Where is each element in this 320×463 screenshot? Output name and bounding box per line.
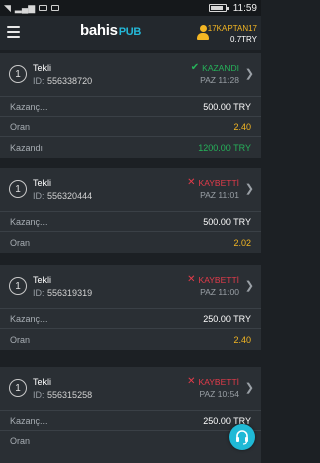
bet-id-value: 556319319	[47, 288, 93, 298]
bet-card[interactable]: 1 Tekli ID: 556338720 ✔ KAZANDI PAZ 11:28…	[0, 53, 261, 158]
app-header: bahisPUB 17KAPTAN17 0.7TRY	[0, 16, 261, 50]
bet-index-badge: 1	[9, 379, 27, 397]
stake-label: Kazanç...	[10, 313, 48, 324]
status-bar: ◥ ▂▄▆ 11:59	[0, 0, 261, 16]
bet-id: ID: 556320444	[33, 191, 92, 201]
logo-sub: PUB	[118, 26, 142, 38]
winnings-value: 1200.00 TRY	[198, 142, 251, 153]
odds-label: Oran	[10, 121, 31, 132]
status-icons-right: 11:59	[208, 2, 257, 14]
bet-date: PAZ 11:01	[200, 190, 239, 200]
status-time: 11:59	[232, 2, 257, 14]
bet-status: ✕ KAYBETTİ	[187, 376, 239, 387]
headset-icon	[236, 430, 248, 445]
status-icons-left: ◥ ▂▄▆	[4, 2, 60, 14]
username[interactable]: 17KAPTAN17	[208, 24, 257, 33]
chevron-right-icon[interactable]: ❯	[245, 381, 254, 394]
balance: 0.7TRY	[230, 35, 257, 44]
bet-card-header[interactable]: 1 Tekli ID: 556320444 ✕ KAYBETTİ PAZ 11:0…	[0, 168, 261, 211]
odds-value: 2.40	[233, 334, 251, 345]
image-icon	[39, 5, 48, 11]
odds-label: Oran	[10, 435, 31, 446]
check-icon: ✔	[190, 62, 200, 73]
bet-date: PAZ 10:54	[199, 389, 239, 399]
bet-status: ✕ KAYBETTİ	[187, 177, 239, 188]
odds-value: 2.40	[233, 121, 251, 132]
bet-index-badge: 1	[9, 180, 27, 198]
wifi-icon: ◥	[4, 2, 11, 13]
odds-row: Oran 2.40	[0, 328, 261, 350]
support-button[interactable]	[229, 424, 255, 450]
bet-date: PAZ 11:28	[200, 75, 239, 85]
bet-card-header[interactable]: 1 Tekli ID: 556315258 ✕ KAYBETTİ PAZ 10:5…	[0, 367, 261, 410]
signal-icon: ▂▄▆	[14, 2, 36, 13]
winnings-row: Kazandı 1200.00 TRY	[0, 136, 261, 158]
x-icon: ✕	[187, 177, 196, 188]
winnings-label: Kazandı	[10, 142, 44, 153]
bet-id-prefix: ID:	[33, 390, 45, 400]
bet-id: ID: 556319319	[33, 288, 92, 298]
bet-type: Tekli	[33, 63, 52, 73]
bet-id: ID: 556315258	[33, 390, 92, 400]
odds-row: Oran 2.02	[0, 231, 261, 253]
odds-label: Oran	[10, 237, 31, 248]
chevron-right-icon[interactable]: ❯	[245, 67, 254, 80]
stake-label: Kazanç...	[10, 415, 48, 426]
chevron-right-icon[interactable]: ❯	[245, 279, 254, 292]
logo-main: bahis	[80, 22, 118, 39]
bet-status-label: KAYBETTİ	[198, 376, 239, 387]
odds-value: 2.02	[233, 237, 251, 248]
bet-card[interactable]: 1 Tekli ID: 556320444 ✕ KAYBETTİ PAZ 11:0…	[0, 168, 261, 253]
bet-status: ✔ KAZANDI	[191, 62, 239, 73]
bet-id-prefix: ID:	[33, 76, 45, 86]
stake-label: Kazanç...	[10, 101, 48, 112]
bet-card-header[interactable]: 1 Tekli ID: 556338720 ✔ KAZANDI PAZ 11:28…	[0, 53, 261, 96]
bet-id-value: 556320444	[47, 191, 93, 201]
stake-row: Kazanç... 500.00 TRY	[0, 211, 261, 231]
bet-type: Tekli	[33, 178, 52, 188]
bet-status-label: KAZANDI	[202, 62, 239, 73]
bet-status: ✕ KAYBETTİ	[187, 274, 239, 285]
battery-icon	[208, 4, 229, 12]
bet-card[interactable]: 1 Tekli ID: 556315258 ✕ KAYBETTİ PAZ 10:5…	[0, 367, 261, 463]
bet-date: PAZ 11:00	[200, 287, 239, 297]
app-logo[interactable]: bahisPUB	[80, 22, 141, 39]
bet-status-label: KAYBETTİ	[198, 177, 239, 188]
stake-label: Kazanç...	[10, 216, 48, 227]
bet-type: Tekli	[33, 275, 52, 285]
stake-row: Kazanç... 250.00 TRY	[0, 308, 261, 328]
x-icon: ✕	[187, 376, 196, 387]
bet-id-prefix: ID:	[33, 288, 45, 298]
hamburger-icon[interactable]	[7, 26, 20, 38]
bet-index-badge: 1	[9, 277, 27, 295]
bet-id-prefix: ID:	[33, 191, 45, 201]
bet-card-header[interactable]: 1 Tekli ID: 556319319 ✕ KAYBETTİ PAZ 11:0…	[0, 265, 261, 308]
bet-index-badge: 1	[9, 65, 27, 83]
odds-label: Oran	[10, 334, 31, 345]
stake-value: 250.00 TRY	[203, 313, 251, 324]
stake-row: Kazanç... 500.00 TRY	[0, 96, 261, 116]
stake-value: 500.00 TRY	[203, 216, 251, 227]
odds-row: Oran	[0, 430, 261, 450]
bet-id-value: 556338720	[47, 76, 93, 86]
chevron-right-icon[interactable]: ❯	[245, 182, 254, 195]
stake-value: 500.00 TRY	[203, 101, 251, 112]
odds-row: Oran 2.40	[0, 116, 261, 136]
x-icon: ✕	[187, 274, 196, 285]
bet-id: ID: 556338720	[33, 76, 92, 86]
notification-icon	[51, 5, 60, 11]
bet-card[interactable]: 1 Tekli ID: 556319319 ✕ KAYBETTİ PAZ 11:0…	[0, 265, 261, 350]
stake-row: Kazanç... 250.00 TRY	[0, 410, 261, 430]
bet-type: Tekli	[33, 377, 52, 387]
bet-id-value: 556315258	[47, 390, 93, 400]
bet-status-label: KAYBETTİ	[198, 274, 239, 285]
